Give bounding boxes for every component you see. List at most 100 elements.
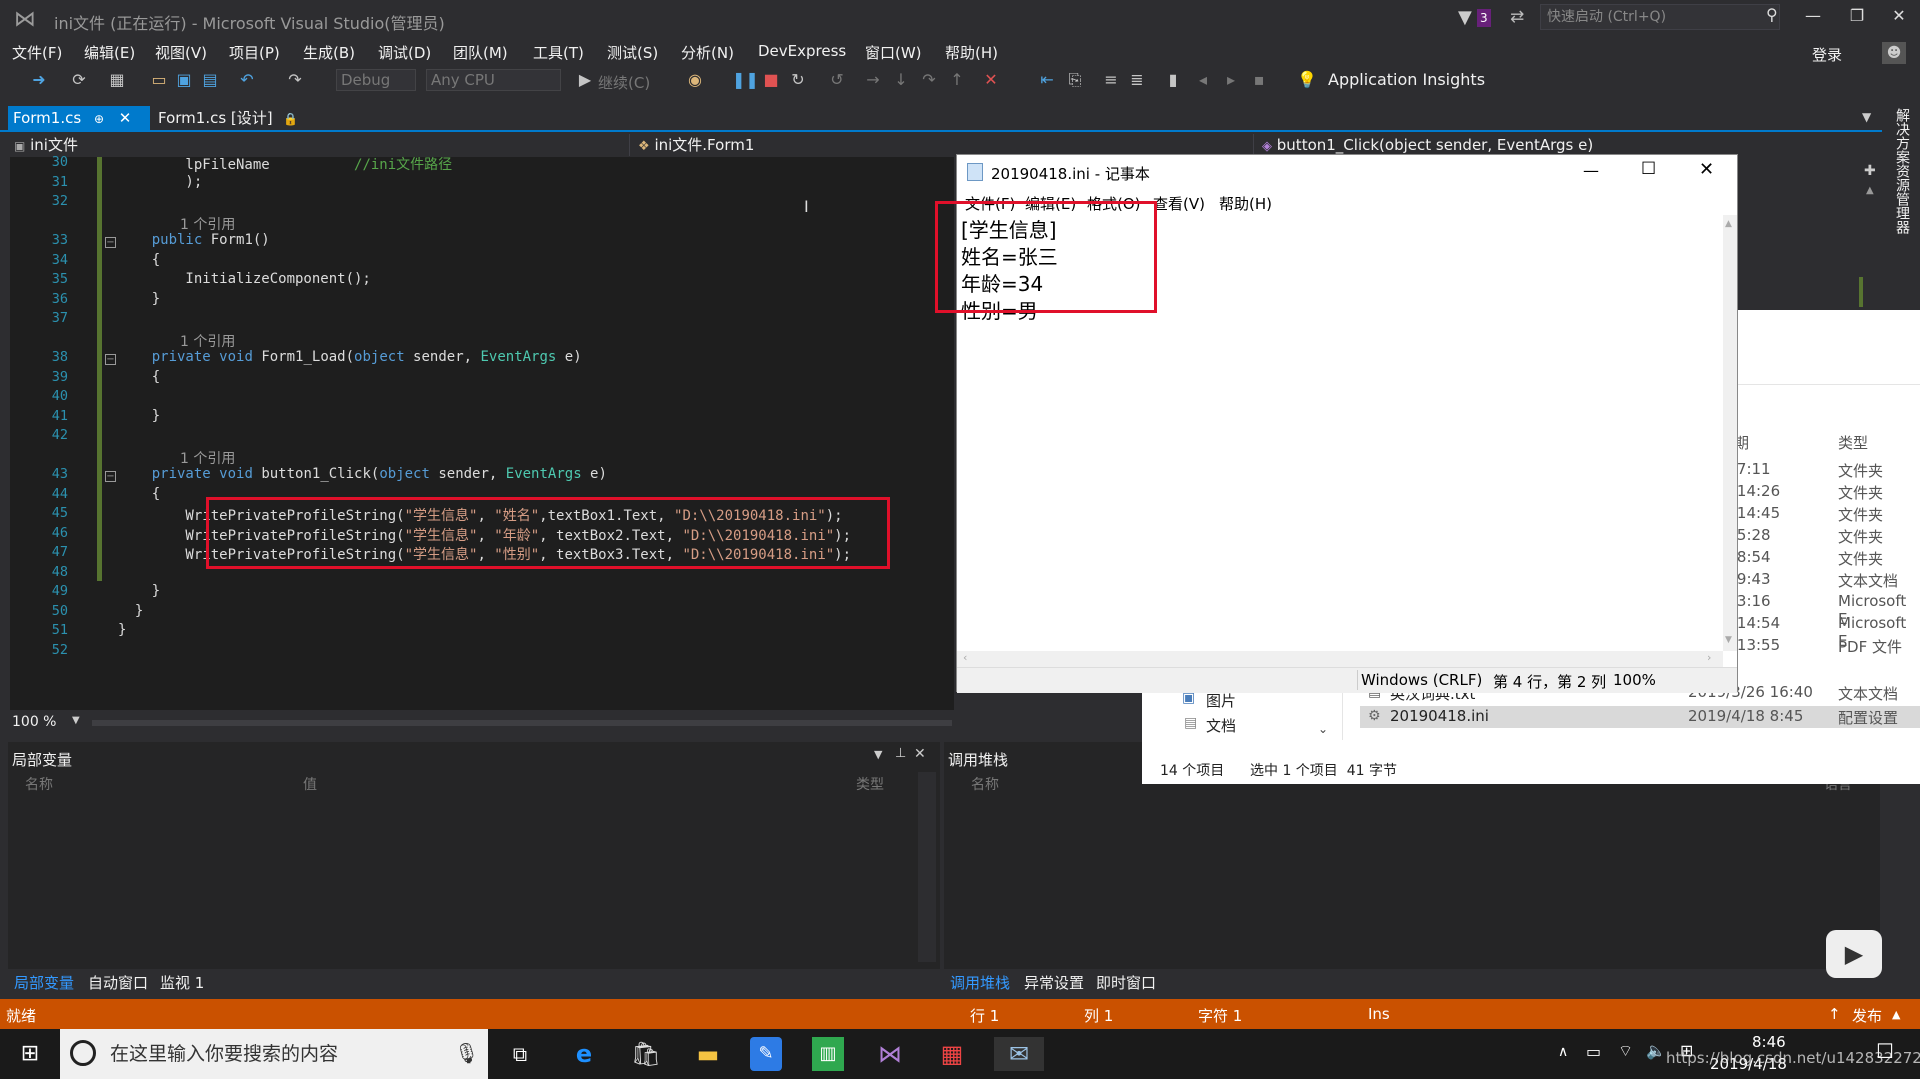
panel-dropdown-icon[interactable]: ▼ xyxy=(874,748,882,761)
notification-center-icon[interactable]: ☐ xyxy=(1876,1039,1894,1063)
tab-callstack[interactable]: 调用堆栈 xyxy=(950,972,1010,993)
horizontal-scrollbar[interactable]: ‹ › xyxy=(957,651,1723,667)
menu-project[interactable]: 项目(P) xyxy=(229,42,280,63)
next-bookmark-icon[interactable]: ▸ xyxy=(1220,70,1242,89)
split-icon[interactable]: ✚ xyxy=(1864,163,1876,179)
volume-icon[interactable]: 🔈 xyxy=(1646,1041,1666,1060)
menu-window[interactable]: 窗口(W) xyxy=(865,42,922,63)
menu-devexpress[interactable]: DevExpress xyxy=(758,42,846,60)
windows-start-icon[interactable]: ⊞ xyxy=(10,1037,50,1071)
prev-bookmark-icon[interactable]: ◂ xyxy=(1192,70,1214,89)
minimize-button[interactable]: — xyxy=(1583,161,1599,180)
new-project-icon[interactable]: ▦ xyxy=(106,70,128,89)
taskbar-search-box[interactable]: 在这里输入你要搜索的内容 xyxy=(60,1029,488,1079)
menu-help[interactable]: 帮助(H) xyxy=(945,42,998,63)
login-link[interactable]: 登录 xyxy=(1812,44,1842,65)
restore-button[interactable]: ❐ xyxy=(1842,6,1872,25)
publish-arrow-icon[interactable]: ▲ xyxy=(1892,1008,1900,1021)
tab-immediate[interactable]: 即时窗口 xyxy=(1096,972,1156,993)
back-icon[interactable]: ➜ xyxy=(28,70,50,89)
show-next-statement-icon[interactable]: ↺ xyxy=(826,70,848,89)
note-app-icon[interactable]: ✎ xyxy=(750,1037,782,1071)
scroll-up-icon[interactable]: ▲ xyxy=(1866,185,1874,196)
clear-bookmarks-icon[interactable]: ▪ xyxy=(1248,70,1270,89)
store-icon[interactable]: 🛍 xyxy=(626,1037,666,1071)
zoom-level[interactable]: 100 % xyxy=(12,714,56,730)
tree-item-documents[interactable]: 文档 xyxy=(1206,715,1236,736)
continue-button[interactable]: 继续(C) xyxy=(598,72,650,93)
pin-icon[interactable]: ⊕ xyxy=(94,112,104,126)
collapse-icon[interactable]: − xyxy=(105,471,116,482)
save-icon[interactable]: ▣ xyxy=(173,70,195,89)
visual-studio-icon[interactable]: ⋈ xyxy=(870,1037,910,1071)
menu-analyze[interactable]: 分析(N) xyxy=(681,42,734,63)
target-icon[interactable]: ◉ xyxy=(684,70,706,89)
scroll-up-icon[interactable]: ▲ xyxy=(1725,219,1732,229)
restart-icon[interactable]: ↻ xyxy=(787,70,809,89)
minimize-button[interactable]: — xyxy=(1798,6,1828,25)
publish-button[interactable]: 发布 xyxy=(1852,1005,1882,1026)
undo-icon[interactable]: ↶ xyxy=(236,70,258,89)
scroll-left-icon[interactable]: ‹ xyxy=(963,651,967,664)
open-file-icon[interactable]: ▭ xyxy=(148,70,170,89)
forward-icon[interactable]: ⟳ xyxy=(68,70,90,89)
comment-icon[interactable]: ≡ xyxy=(1100,70,1122,89)
menu-help[interactable]: 帮助(H) xyxy=(1219,193,1272,214)
menu-team[interactable]: 团队(M) xyxy=(453,42,508,63)
notepad-plus-icon[interactable]: ▥ xyxy=(812,1037,844,1071)
search-icon[interactable]: ⚲ xyxy=(1766,5,1778,24)
quick-launch-input[interactable]: 快速启动 (Ctrl+Q) xyxy=(1540,4,1780,30)
account-avatar-icon[interactable]: ☻ xyxy=(1882,42,1906,64)
tab-exception-settings[interactable]: 异常设置 xyxy=(1024,972,1084,993)
uncomment-icon[interactable]: ≣ xyxy=(1126,70,1148,89)
notification-flag-icon[interactable]: ▼ xyxy=(1458,7,1472,28)
exceptions-icon[interactable]: ✕ xyxy=(980,70,1002,89)
solution-explorer-tab[interactable]: 解决方案资源管理器 xyxy=(1892,108,1910,234)
step-out-icon[interactable]: ↑ xyxy=(946,70,968,89)
menu-view[interactable]: 视图(V) xyxy=(155,42,207,63)
collapse-icon[interactable]: − xyxy=(105,237,116,248)
menu-view[interactable]: 查看(V) xyxy=(1153,193,1205,214)
file-explorer-icon[interactable]: ▬ xyxy=(688,1037,728,1071)
platform-select[interactable]: Any CPU xyxy=(426,69,561,91)
step-over-icon[interactable]: → xyxy=(862,70,884,89)
maximize-button[interactable]: ☐ xyxy=(1641,159,1656,179)
close-tab-icon[interactable]: ✕ xyxy=(119,109,132,127)
menu-debug[interactable]: 调试(D) xyxy=(378,42,431,63)
tab-autos[interactable]: 自动窗口 xyxy=(88,972,148,993)
zoom-dropdown-icon[interactable]: ▼ xyxy=(72,715,80,726)
step-back-icon[interactable]: ↷ xyxy=(918,70,940,89)
scroll-down-icon[interactable]: ⌄ xyxy=(1318,722,1328,736)
save-all-icon[interactable]: ▤ xyxy=(199,70,221,89)
project-dropdown[interactable]: ▣ ini文件 xyxy=(14,134,630,156)
align-left-icon[interactable]: ⇤ xyxy=(1036,70,1058,89)
menu-build[interactable]: 生成(B) xyxy=(303,42,355,63)
collapse-icon[interactable]: − xyxy=(105,354,116,365)
close-button[interactable]: ✕ xyxy=(1884,6,1914,25)
tab-watch1[interactable]: 监视 1 xyxy=(160,972,204,993)
bookmark-icon[interactable]: ▮ xyxy=(1162,70,1184,89)
feedback-icon[interactable]: ⇄ xyxy=(1510,7,1524,27)
step-into-icon[interactable]: ↓ xyxy=(890,70,912,89)
code-editor[interactable]: 30 lpFileName //ini文件路径 31 ); 32 1 个引用 33 pu… xyxy=(10,154,954,710)
continue-icon[interactable]: ▶ xyxy=(574,70,596,89)
tab-locals[interactable]: 局部变量 xyxy=(14,972,74,993)
vertical-scrollbar[interactable]: ▲ ▼ xyxy=(1723,215,1737,651)
task-view-icon[interactable]: ⧉ xyxy=(500,1037,540,1071)
tree-item-pictures[interactable]: 图片 xyxy=(1206,690,1236,711)
publish-up-icon[interactable]: ↑ xyxy=(1828,1005,1841,1023)
menu-tools[interactable]: 工具(T) xyxy=(533,42,584,63)
application-insights-icon[interactable]: 💡 xyxy=(1296,70,1318,89)
notification-badge[interactable]: 3 xyxy=(1477,9,1491,27)
member-dropdown[interactable]: ◈ button1_Click(object sender, EventArgs… xyxy=(1262,134,1882,156)
cortana-icon[interactable] xyxy=(70,1040,96,1066)
close-button[interactable]: ✕ xyxy=(1699,159,1714,180)
tray-expand-icon[interactable]: ∧ xyxy=(1558,1044,1568,1060)
tab-form1-designer[interactable]: Form1.cs [设计] 🔒 xyxy=(152,106,298,130)
class-dropdown[interactable]: ❖ ini文件.Form1 xyxy=(638,134,1254,156)
stop-icon[interactable]: ■ xyxy=(760,70,782,89)
file-name[interactable]: 20190418.ini xyxy=(1390,707,1489,725)
scroll-down-icon[interactable]: ▼ xyxy=(1725,635,1732,645)
horizontal-scrollbar[interactable] xyxy=(92,720,952,726)
config-select[interactable]: Debug xyxy=(336,69,416,91)
